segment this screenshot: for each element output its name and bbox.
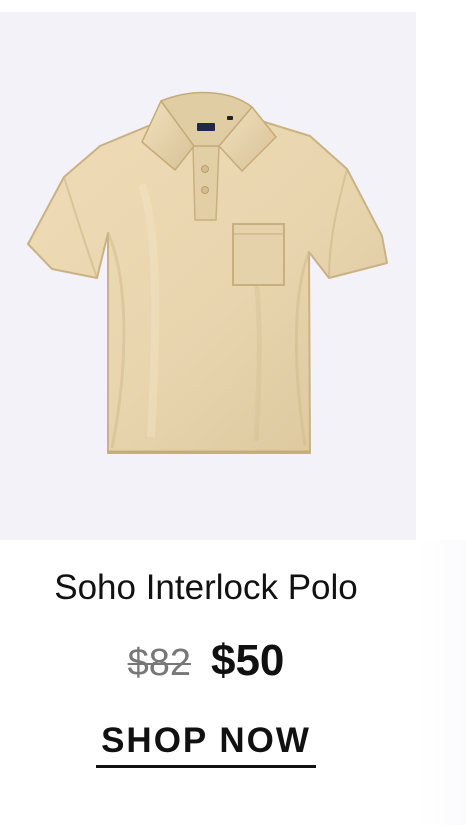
shop-now-link[interactable]: SHOP NOW [96,720,316,762]
original-price: $82 [127,642,191,684]
product-card[interactable]: Soho Interlock Polo $82 $50 SHOP NOW [0,0,466,825]
polo-shirt-image [27,91,388,454]
price-row: $82 $50 [0,636,412,687]
product-title[interactable]: Soho Interlock Polo [0,566,412,610]
shop-now-underline [96,765,316,768]
product-image-panel[interactable] [0,12,416,540]
right-edge-fade [416,540,466,825]
sale-price: $50 [210,636,285,685]
